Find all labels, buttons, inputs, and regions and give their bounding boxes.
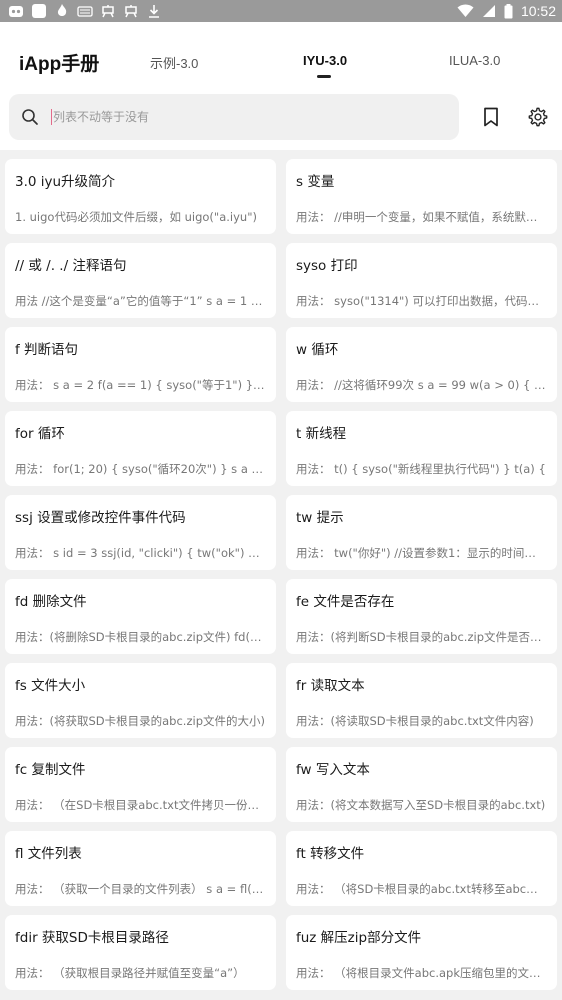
card-desc: 用法： s id = 3 ssj(id, "clicki") { tw("ok"… bbox=[15, 546, 266, 560]
status-time: 10:52 bbox=[520, 3, 556, 19]
card-title: fr 读取文本 bbox=[296, 678, 365, 694]
card-desc: 用法： //这将循环99次 s a = 99 w(a > 0) { s-(a, … bbox=[296, 378, 547, 392]
card-desc: 用法： （在SD卡根目录abc.txt文件拷贝一份到） bbox=[15, 798, 266, 812]
card-title: fw 写入文本 bbox=[296, 762, 370, 778]
card-item[interactable]: f 判断语句 用法： s a = 2 f(a == 1) { syso("等于1… bbox=[5, 327, 276, 402]
card-title: 3.0 iyu升级简介 bbox=[15, 174, 116, 190]
card-title: f 判断语句 bbox=[15, 342, 79, 358]
tab-iyu[interactable]: IYU-3.0 bbox=[303, 53, 347, 68]
wifi-icon bbox=[457, 3, 474, 19]
card-title: t 新线程 bbox=[296, 426, 347, 442]
card-desc: 用法： （将根目录文件abc.apk压缩包里的文件） bbox=[296, 966, 547, 980]
card-item[interactable]: for 循环 用法： for(1; 20) { syso("循环20次") } … bbox=[5, 411, 276, 486]
keyboard-icon bbox=[77, 3, 93, 19]
card-desc: 1. uigo代码必须加文件后缀，如 uigo("a.iyu") bbox=[15, 210, 257, 224]
signal-icon bbox=[482, 3, 496, 19]
card-item[interactable]: syso 打印 用法： syso("1314") 可以打印出数据，代码调试使用 bbox=[286, 243, 557, 318]
card-item[interactable]: fw 写入文本 用法：(将文本数据写入至SD卡根目录的abc.txt) bbox=[286, 747, 557, 822]
card-desc: 用法： （获取根目录路径并赋值至变量“a”） bbox=[15, 966, 245, 980]
card-desc: 用法： s a = 2 f(a == 1) { syso("等于1") } el… bbox=[15, 378, 266, 392]
search-bar[interactable] bbox=[9, 94, 459, 140]
card-item[interactable]: 3.0 iyu升级简介 1. uigo代码必须加文件后缀，如 uigo("a.i… bbox=[5, 159, 276, 234]
app-title: iApp手册 bbox=[19, 54, 100, 75]
notification-icon bbox=[100, 3, 116, 19]
card-title: fdir 获取SD卡根目录路径 bbox=[15, 930, 169, 946]
bookmark-icon bbox=[482, 107, 500, 127]
card-title: fuz 解压zip部分文件 bbox=[296, 930, 422, 946]
card-desc: 用法： syso("1314") 可以打印出数据，代码调试使用 bbox=[296, 294, 547, 308]
card-title: s 变量 bbox=[296, 174, 335, 190]
header: iApp手册 示例-3.0 IYU-3.0 ILUA-3.0 bbox=[0, 22, 562, 150]
card-item[interactable]: s 变量 用法： //申明一个变量，如果不赋值，系统默认为null bbox=[286, 159, 557, 234]
card-item[interactable]: fe 文件是否存在 用法：(将判断SD卡根目录的abc.zip文件是否存在) bbox=[286, 579, 557, 654]
card-title: fs 文件大小 bbox=[15, 678, 86, 694]
card-title: // 或 /. ./ 注释语句 bbox=[15, 258, 127, 274]
active-tab-indicator bbox=[317, 75, 331, 78]
tab-examples[interactable]: 示例-3.0 bbox=[150, 53, 198, 72]
card-desc: 用法：(将读取SD卡根目录的abc.txt文件内容) bbox=[296, 714, 534, 728]
settings-button[interactable] bbox=[523, 102, 553, 132]
status-bar: 10:52 bbox=[0, 0, 562, 22]
card-title: ft 转移文件 bbox=[296, 846, 365, 862]
card-title: tw 提示 bbox=[296, 510, 344, 526]
card-item[interactable]: w 循环 用法： //这将循环99次 s a = 99 w(a > 0) { s… bbox=[286, 327, 557, 402]
card-desc: 用法：(将删除SD卡根目录的abc.zip文件) fd("%abc.zip") bbox=[15, 630, 266, 644]
card-item[interactable]: fr 读取文本 用法：(将读取SD卡根目录的abc.txt文件内容) bbox=[286, 663, 557, 738]
flame-icon bbox=[54, 3, 70, 19]
card-item[interactable]: fdir 获取SD卡根目录路径 用法： （获取根目录路径并赋值至变量“a”） bbox=[5, 915, 276, 990]
card-title: fe 文件是否存在 bbox=[296, 594, 395, 610]
search-input[interactable] bbox=[53, 110, 433, 124]
card-desc: 用法：(将获取SD卡根目录的abc.zip文件的大小) bbox=[15, 714, 265, 728]
card-desc: 用法：(将文本数据写入至SD卡根目录的abc.txt) bbox=[296, 798, 546, 812]
card-desc: 用法： （获取一个目录的文件列表） s a = fl("%") bbox=[15, 882, 266, 896]
notification-icon bbox=[123, 3, 139, 19]
card-title: fl 文件列表 bbox=[15, 846, 82, 862]
card-title: for 循环 bbox=[15, 426, 65, 442]
card-desc: 用法：(将判断SD卡根目录的abc.zip文件是否存在) bbox=[296, 630, 547, 644]
card-item[interactable]: ssj 设置或修改控件事件代码 用法： s id = 3 ssj(id, "cl… bbox=[5, 495, 276, 570]
card-item[interactable]: fs 文件大小 用法：(将获取SD卡根目录的abc.zip文件的大小) bbox=[5, 663, 276, 738]
card-item[interactable]: fuz 解压zip部分文件 用法： （将根目录文件abc.apk压缩包里的文件） bbox=[286, 915, 557, 990]
card-desc: 用法： （将SD卡根目录的abc.txt转移至abc目录） bbox=[296, 882, 547, 896]
card-title: syso 打印 bbox=[296, 258, 358, 274]
card-title: w 循环 bbox=[296, 342, 339, 358]
card-title: ssj 设置或修改控件事件代码 bbox=[15, 510, 186, 526]
gear-icon bbox=[527, 106, 549, 128]
tab-ilua[interactable]: ILUA-3.0 bbox=[449, 53, 500, 68]
card-desc: 用法： for(1; 20) { syso("循环20次") } s a = 1… bbox=[15, 462, 266, 476]
app-icon bbox=[8, 3, 24, 19]
download-icon bbox=[146, 3, 162, 19]
card-item[interactable]: tw 提示 用法： tw("你好") //设置参数1：显示的时间长短 bbox=[286, 495, 557, 570]
card-item[interactable]: t 新线程 用法： t() { syso("新线程里执行代码") } t(a) … bbox=[286, 411, 557, 486]
app-icon bbox=[31, 3, 47, 19]
card-desc: 用法 //这个是变量“a”它的值等于“1” s a = 1 s a = 2 bbox=[15, 294, 266, 308]
status-left-icons bbox=[8, 3, 162, 19]
card-desc: 用法： tw("你好") //设置参数1：显示的时间长短 bbox=[296, 546, 547, 560]
bookmark-button[interactable] bbox=[476, 102, 506, 132]
card-item[interactable]: fd 删除文件 用法：(将删除SD卡根目录的abc.zip文件) fd("%ab… bbox=[5, 579, 276, 654]
status-right-icons: 10:52 bbox=[457, 3, 556, 19]
card-desc: 用法： t() { syso("新线程里执行代码") } t(a) { bbox=[296, 462, 546, 476]
card-title: fd 删除文件 bbox=[15, 594, 87, 610]
search-icon bbox=[21, 108, 39, 126]
card-item[interactable]: fc 复制文件 用法： （在SD卡根目录abc.txt文件拷贝一份到） bbox=[5, 747, 276, 822]
card-item[interactable]: ft 转移文件 用法： （将SD卡根目录的abc.txt转移至abc目录） bbox=[286, 831, 557, 906]
card-desc: 用法： //申明一个变量，如果不赋值，系统默认为null bbox=[296, 210, 547, 224]
card-title: fc 复制文件 bbox=[15, 762, 86, 778]
card-item[interactable]: fl 文件列表 用法： （获取一个目录的文件列表） s a = fl("%") bbox=[5, 831, 276, 906]
text-cursor bbox=[51, 109, 52, 125]
battery-icon bbox=[504, 3, 513, 19]
card-item[interactable]: // 或 /. ./ 注释语句 用法 //这个是变量“a”它的值等于“1” s … bbox=[5, 243, 276, 318]
